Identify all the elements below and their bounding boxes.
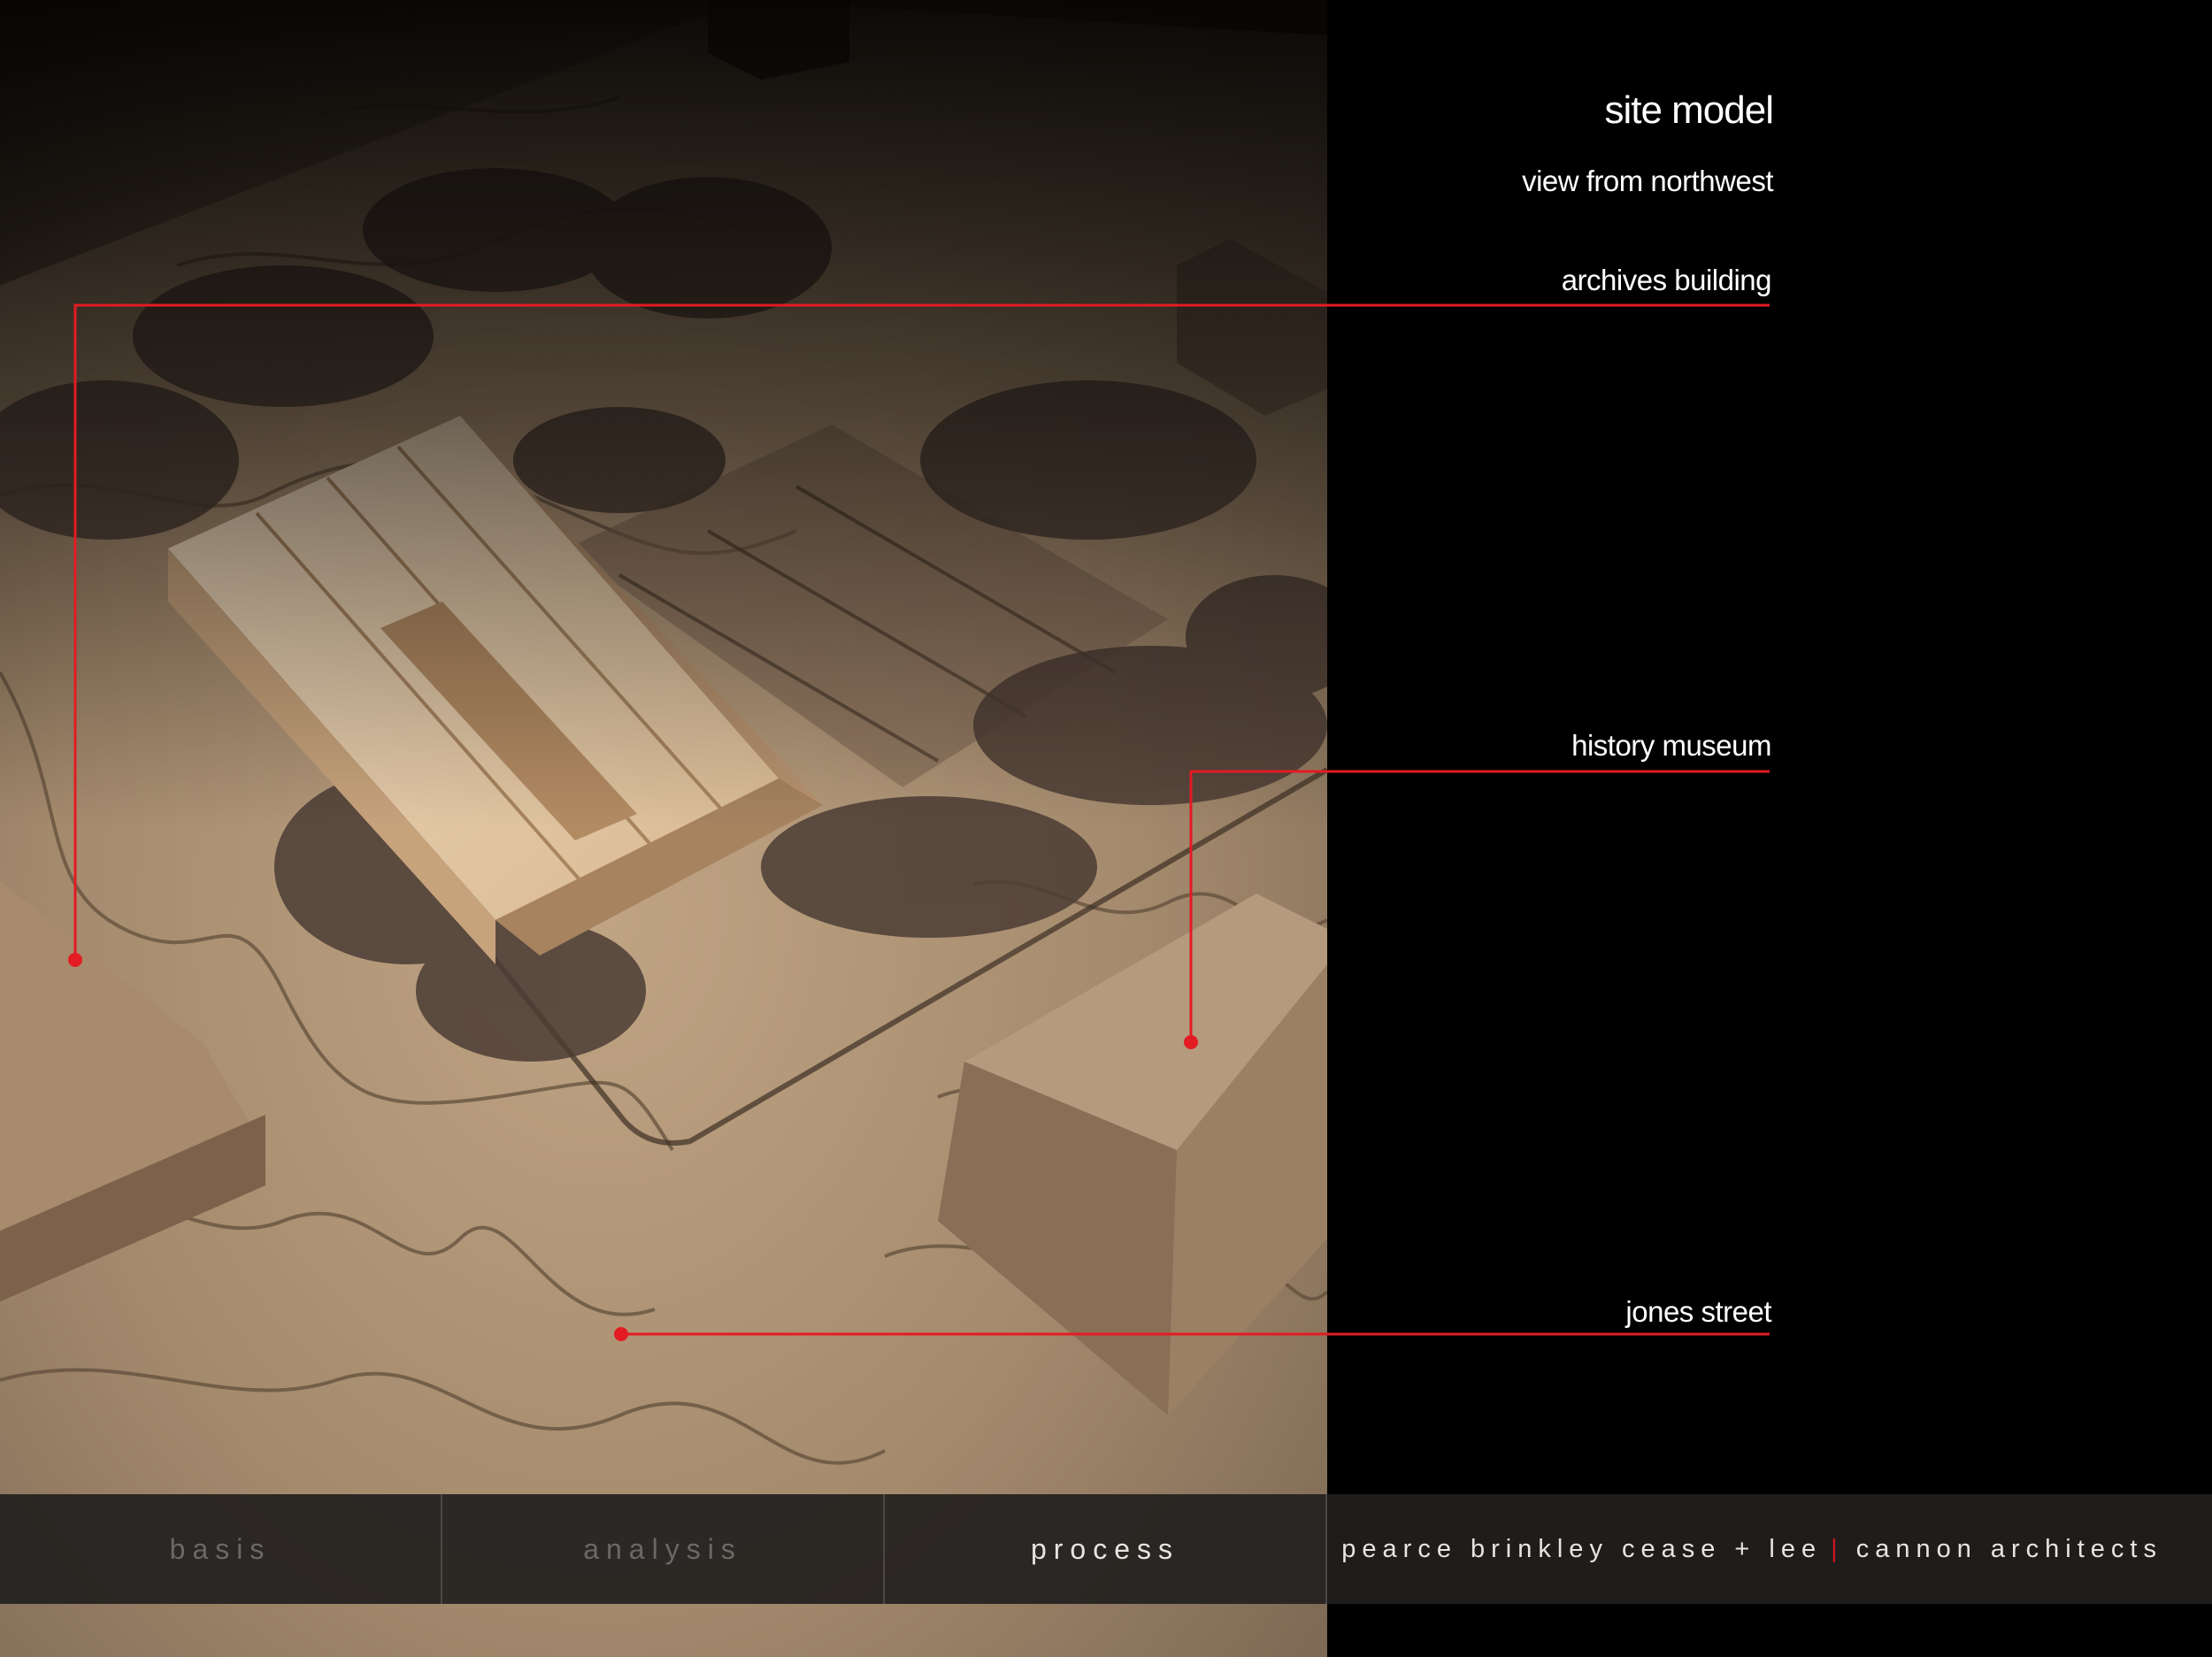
- page-title: site model: [1604, 88, 1774, 132]
- nav-divider: [1325, 1494, 1327, 1604]
- bottom-nav-bar: basis analysis process pearce brinkley c…: [0, 1494, 2212, 1604]
- page-subtitle: view from northwest: [1522, 165, 1773, 197]
- firm-name-secondary: cannon architects: [1855, 1535, 2162, 1563]
- credits-separator: |: [1831, 1535, 1844, 1563]
- nav-tab-analysis[interactable]: analysis: [442, 1494, 883, 1604]
- firm-credits: pearce brinkley cease + lee | cannon archi…: [1341, 1494, 2162, 1604]
- nav-tab-basis[interactable]: basis: [0, 1494, 441, 1604]
- slide: site model view from northwest archives …: [0, 0, 2212, 1657]
- nav-tab-process[interactable]: process: [885, 1494, 1325, 1604]
- callout-label-history-museum: history museum: [1571, 729, 1771, 762]
- callout-label-jones-street: jones street: [1625, 1295, 1771, 1328]
- firm-name-primary: pearce brinkley cease + lee: [1341, 1535, 1823, 1563]
- callout-label-archives-building: archives building: [1561, 264, 1772, 296]
- site-model-photo: [0, 0, 1327, 1657]
- caption-panel: [1327, 0, 2212, 1657]
